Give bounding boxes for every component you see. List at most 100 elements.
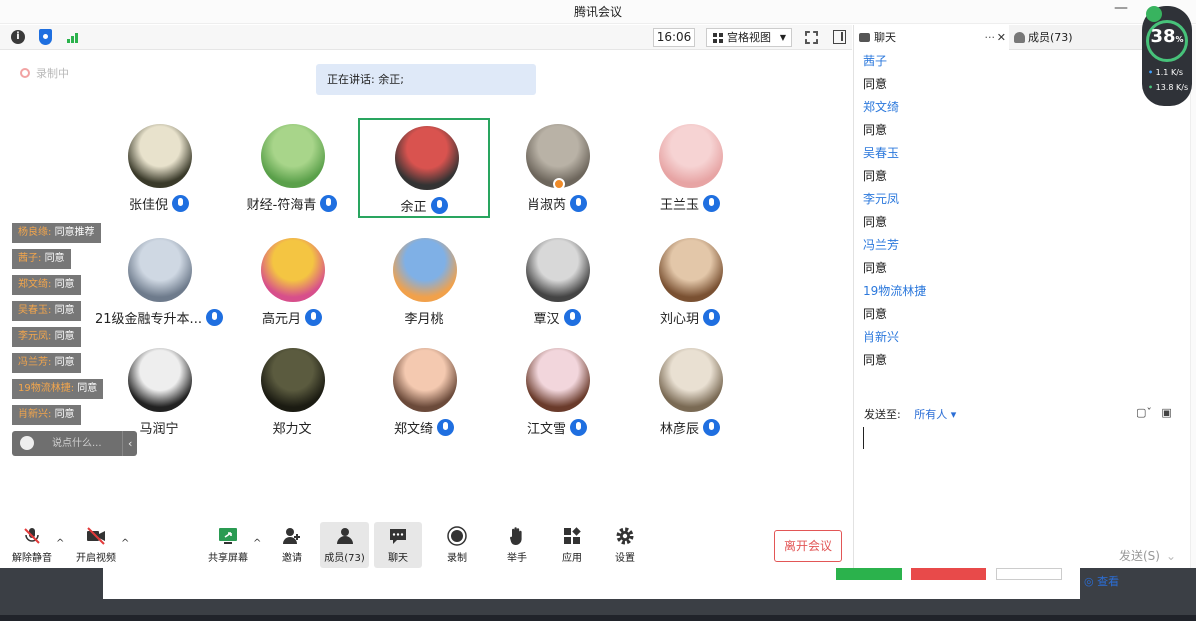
participant-tile[interactable]: 高元月 [226,232,358,332]
participant-tile[interactable]: 王兰玉 [624,118,756,218]
participant-name-row: 高元月 [226,308,358,327]
check-icon [1146,6,1162,22]
chat-sender[interactable]: 19物流林捷 [854,280,1191,303]
participant-tile[interactable]: 江文雪 [491,342,623,442]
participant-name-row: 覃汉 [491,308,623,327]
send-to-value: 所有人 [914,408,948,421]
avatar [261,348,325,412]
chat-message-list: 茜子 同意 郑文绮 同意 吴春玉 同意 李元凤 同意 冯兰芳 同意 19物流林捷 同意 肖新兴 同意 [854,50,1191,372]
chat-sender[interactable]: 茜子 [854,50,1191,73]
unmute-button[interactable]: 解除静音 [8,522,56,568]
view-mode-button[interactable]: 宫格视图 ▼ [706,28,792,47]
collapse-icon[interactable]: ‹ [128,431,132,456]
invite-button[interactable]: 邀请 [274,522,310,568]
participant-name-row: 21级金融专升本... [93,308,225,327]
participant-name: 郑力文 [272,422,312,437]
participant-tile[interactable]: 马润宁 [93,342,225,442]
record-label: 录制 [447,553,467,564]
chat-sender[interactable]: 冯兰芳 [854,234,1191,257]
view-link[interactable]: ◎ 查看 [1084,573,1119,589]
screenshot-icon[interactable]: ▣ [1161,406,1171,419]
tab-members[interactable]: 成员(73) [1012,25,1073,50]
participant-tile[interactable]: 21级金融专升本... [93,232,225,332]
danmaku-bubble: 冯兰芳: 同意 [12,353,81,373]
person-icon [1014,32,1025,43]
chat-text-input[interactable] [863,427,864,449]
settings-button[interactable]: 设置 [608,522,642,568]
audio-options-caret-icon[interactable]: ^ [56,538,64,549]
participant-tile[interactable]: 张佳倪 [93,118,225,218]
participant-name: 郑文绮 [393,422,433,437]
participant-tile[interactable]: 郑力文 [226,342,358,442]
tab-chat[interactable]: 聊天 ··· ✕ [854,25,1009,50]
participant-name-row: 郑力文 [226,418,358,437]
video-options-caret-icon[interactable]: ^ [121,538,129,549]
send-button[interactable]: 发送(S) ⌄ [1119,547,1176,564]
chat-message: 吴春玉 同意 [854,142,1191,188]
participant-name: 刘心玥 [659,312,699,327]
participant-tile[interactable]: 覃汉 [491,232,623,332]
chat-button[interactable]: 聊天 [374,522,422,568]
meeting-info-bar: i 16:06 宫格视图 ▼ [0,25,852,50]
danmaku-text: 同意 [54,409,75,420]
fullscreen-icon[interactable] [805,31,818,44]
window-title: 腾讯会议 [573,5,622,19]
signal-icon[interactable] [67,31,81,43]
quick-chat-input[interactable]: 说点什么... [52,431,102,456]
danmaku-text: 同意 [77,383,98,394]
network-widget[interactable]: 38% • 1.1 K/s • 13.8 K/s [1142,6,1192,106]
sidebar-toggle-icon[interactable] [833,30,846,44]
quick-chat-bar[interactable]: 说点什么... ‹ [12,431,137,456]
record-button[interactable]: 录制 [440,522,474,568]
start-video-button[interactable]: 开启视频 [72,522,120,568]
raise-hand-button[interactable]: 举手 [500,522,534,568]
apps-button[interactable]: 应用 [555,522,589,568]
chat-sender[interactable]: 李元凤 [854,188,1191,211]
danmaku-text: 同意 [54,331,75,342]
chat-sender[interactable]: 郑文绮 [854,96,1191,119]
minimize-button[interactable]: — [1114,0,1128,16]
participant-tile[interactable]: 李月桃 [358,232,490,332]
emoji-icon[interactable] [20,436,34,450]
leave-meeting-button[interactable]: 离开会议 [774,530,842,562]
participant-tile[interactable]: 刘心玥 [624,232,756,332]
participant-tile[interactable]: 余正 [358,118,490,218]
participant-name-row: 刘心玥 [624,308,756,327]
send-options-caret-icon[interactable]: ⌄ [1166,549,1176,563]
chat-sender[interactable]: 肖新兴 [854,326,1191,349]
send-button-label: 发送(S) [1119,549,1160,563]
start-video-label: 开启视频 [76,553,116,564]
close-icon[interactable]: ✕ [997,25,1006,50]
send-to-label: 发送至: [864,408,901,421]
share-screen-button[interactable]: 共享屏幕 [206,522,250,568]
danmaku-sender: 19物流林捷: [18,383,75,394]
members-button[interactable]: 成员(73) [320,522,369,568]
danmaku-sender: 李元凤: [18,331,52,342]
share-options-caret-icon[interactable]: ^ [253,538,261,549]
danmaku-text: 同意 [54,279,75,290]
info-icon[interactable]: i [11,30,25,44]
more-icon[interactable]: ··· [985,25,996,50]
chat-message: 冯兰芳 同意 [854,234,1191,280]
chat-text: 同意 [863,215,888,229]
participant-name: 财经-符海青 [246,198,317,213]
participant-tile[interactable]: 林彦辰 [624,342,756,442]
mic-icon [570,419,587,436]
meeting-window: 腾讯会议 — i 16:06 宫格视图 ▼ 录制中 正在讲话: 余正; 张佳倪 财… [0,0,1196,621]
participant-tile[interactable]: 郑文绮 [358,342,490,442]
speaking-banner: 正在讲话: 余正; [316,64,536,95]
view-mode-label: 宫格视图 [727,31,771,44]
participant-tile[interactable]: 肖淑芮 [491,118,623,218]
chat-sender[interactable]: 吴春玉 [854,142,1191,165]
participant-name: 王兰玉 [659,198,699,213]
shield-icon[interactable] [39,29,52,45]
folder-icon[interactable]: ▢ˇ [1136,406,1152,419]
avatar [526,238,590,302]
chat-icon [388,526,408,546]
chat-text: 同意 [863,123,888,137]
danmaku-bubble: 郑文绮: 同意 [12,275,81,295]
avatar [659,348,723,412]
participant-tile[interactable]: 财经-符海青 [226,118,358,218]
send-to-select[interactable]: 所有人 ▾ [914,408,956,421]
participant-name-row: 张佳倪 [93,194,225,213]
